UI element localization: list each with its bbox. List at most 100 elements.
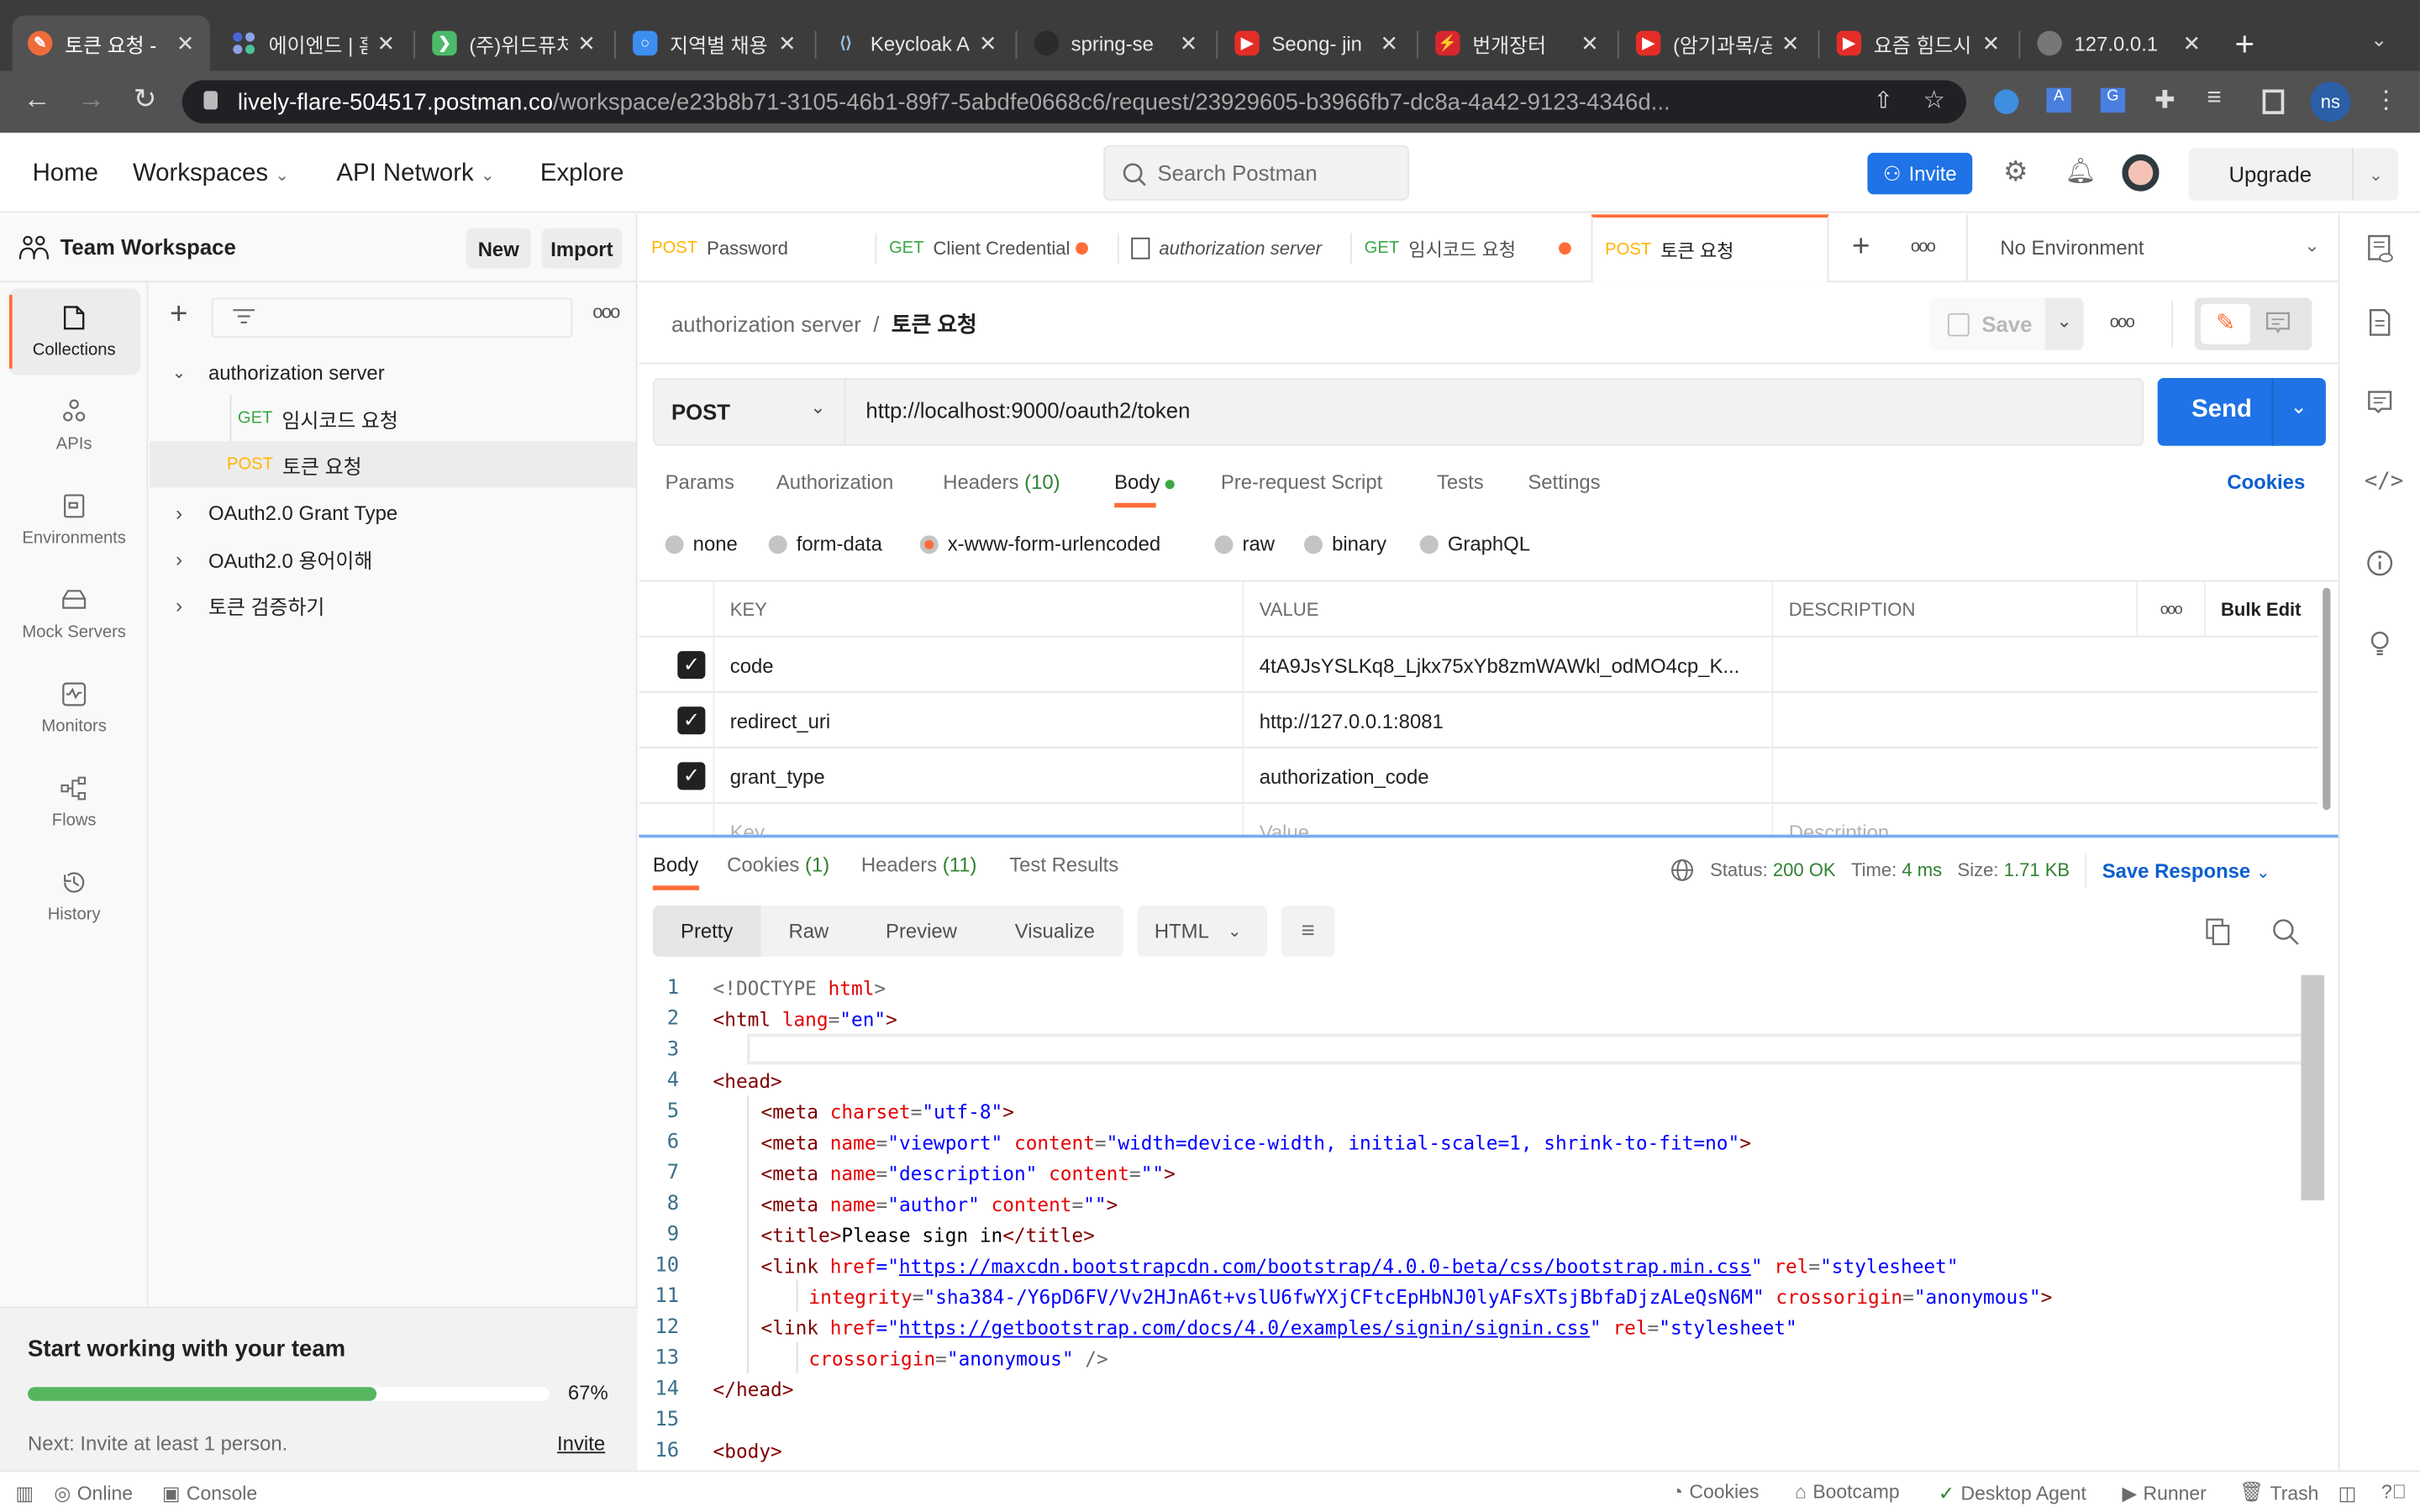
tab-headers[interactable]: Headers (10) — [943, 470, 1060, 494]
invite-button[interactable]: ⚇ Invite — [1867, 152, 1973, 195]
table-scrollbar[interactable] — [2323, 587, 2331, 811]
browser-tab[interactable]: ❯ (주)위드퓨처 ✕ — [417, 15, 611, 71]
close-tab-icon[interactable]: ✕ — [979, 30, 997, 56]
body-type-raw[interactable]: raw — [1214, 533, 1275, 555]
close-tab-icon[interactable]: ✕ — [1581, 30, 1599, 56]
tree-folder[interactable]: › OAuth2.0 Grant Type — [150, 489, 636, 535]
browser-tab[interactable]: ⚡ 번개장터 ✕ — [1420, 15, 1614, 71]
save-options-chevron-icon[interactable]: ⌄ — [2044, 297, 2084, 350]
close-tab-icon[interactable]: ✕ — [1781, 30, 1800, 56]
close-tab-icon[interactable]: ✕ — [1380, 30, 1398, 56]
send-button[interactable]: Send ⌄ — [2157, 377, 2326, 446]
address-bar[interactable]: lively-flare-504517.postman.co/workspace… — [182, 80, 1966, 123]
browser-tab[interactable]: spring-se ✕ — [1018, 15, 1213, 71]
table-more-icon[interactable]: ooo — [2135, 581, 2204, 638]
row-description[interactable] — [1771, 692, 2318, 748]
browser-tab[interactable]: ○ 지역별 채용 ✕ — [618, 15, 812, 71]
breadcrumb-parent[interactable]: authorization server — [671, 312, 861, 336]
help-icon[interactable]: ?⃝ — [2381, 1481, 2407, 1503]
row-key[interactable]: redirect_uri — [713, 692, 1243, 748]
body-type-graphql[interactable]: GraphQL — [1419, 533, 1530, 555]
row-description[interactable] — [1771, 637, 2318, 693]
browser-tab[interactable]: ✎ 토큰 요청 - ✕ — [12, 15, 210, 71]
body-type-none[interactable]: none — [665, 533, 738, 555]
search-response-icon[interactable] — [2272, 918, 2300, 946]
tab-request[interactable]: GET 임시코드 요청 — [1352, 214, 1586, 282]
bulk-edit-button[interactable]: Bulk Edit — [2203, 581, 2328, 638]
google-translate-icon[interactable]: G — [2100, 87, 2126, 113]
new-key-input[interactable]: Key — [713, 803, 1243, 837]
row-value[interactable]: authorization_code — [1242, 748, 1772, 804]
edit-pencil-icon[interactable]: ✎ — [2201, 303, 2250, 344]
browser-menu-icon[interactable]: ⋮ — [2374, 85, 2398, 116]
wrap-lines-icon[interactable]: ≡ — [1281, 906, 1335, 957]
response-tab-test-results[interactable]: Test Results — [1009, 853, 1118, 877]
format-raw[interactable]: Raw — [760, 906, 856, 957]
format-visualize[interactable]: Visualize — [986, 906, 1123, 957]
add-collection-icon[interactable]: + — [170, 297, 187, 333]
cookies-link[interactable]: Cookies — [2227, 470, 2305, 494]
settings-gear-icon[interactable]: ⚙ — [2003, 156, 2028, 189]
method-select[interactable]: POST ⌄ — [655, 379, 846, 444]
new-description-input[interactable]: Description — [1771, 803, 2318, 837]
url-input[interactable]: http://localhost:9000/oauth2/token — [865, 398, 1190, 423]
close-tab-icon[interactable]: ✕ — [2183, 30, 2202, 56]
save-response-button[interactable]: Save Response ⌄ — [2102, 858, 2270, 882]
comment-mode-icon[interactable] — [2265, 312, 2290, 336]
bootcamp-button[interactable]: ⌂ Bootcamp — [1795, 1481, 1900, 1503]
row-value[interactable]: http://127.0.0.1:8081 — [1242, 692, 1772, 748]
back-button[interactable]: ← — [18, 83, 55, 116]
search-input[interactable]: Search Postman — [1103, 144, 1409, 201]
row-checkbox[interactable]: ✓ — [677, 762, 706, 790]
close-tab-icon[interactable]: ✕ — [778, 30, 797, 56]
tab-params[interactable]: Params — [666, 470, 734, 494]
media-control-icon[interactable]: ≡ — [2207, 85, 2221, 113]
side-panel-icon[interactable] — [2262, 89, 2285, 114]
close-tab-icon[interactable]: ✕ — [577, 30, 596, 56]
chevron-down-icon[interactable]: ⌄ — [2354, 165, 2398, 184]
console-button[interactable]: ▣ Console — [162, 1481, 257, 1504]
row-key[interactable]: grant_type — [713, 748, 1243, 804]
tree-folder[interactable]: › 토큰 검증하기 — [150, 581, 636, 627]
tab-pre-request-script[interactable]: Pre-request Script — [1221, 470, 1382, 494]
upgrade-button[interactable]: Upgrade ⌄ — [2188, 148, 2399, 201]
tab-tests[interactable]: Tests — [1437, 470, 1484, 494]
code-link[interactable]: https://maxcdn.bootstrapcdn.com/bootstra… — [899, 1253, 1751, 1277]
tree-request[interactable]: POST 토큰 요청 — [150, 441, 636, 488]
info-icon[interactable] — [2365, 548, 2396, 579]
nav-workspaces[interactable]: Workspaces ⌄ — [133, 160, 289, 188]
user-avatar[interactable] — [2122, 154, 2160, 192]
response-tab-headers[interactable]: Headers (11) — [861, 853, 977, 877]
sidebar-item-history[interactable]: History — [8, 853, 140, 940]
time[interactable]: Time: 4 ms — [1851, 859, 1942, 881]
toggle-sidebar-icon[interactable]: ▥ — [15, 1481, 34, 1504]
browser-tab[interactable]: ▶ (암기과목/공 ✕ — [1621, 15, 1815, 71]
forward-button[interactable]: → — [72, 83, 109, 116]
extension-globe-icon[interactable] — [1994, 89, 2019, 114]
translate-extension-icon[interactable]: A — [2046, 87, 2071, 113]
response-tab-body[interactable]: Body — [653, 853, 698, 877]
online-status[interactable]: ◎ Online — [54, 1481, 133, 1504]
close-tab-icon[interactable]: ✕ — [1180, 30, 1198, 56]
documentation-icon[interactable] — [2365, 307, 2396, 339]
row-key[interactable]: code — [713, 637, 1243, 693]
sidebar-item-monitors[interactable]: Monitors — [8, 665, 140, 752]
tab-settings[interactable]: Settings — [1528, 470, 1600, 494]
tab-body[interactable]: Body — [1114, 470, 1176, 494]
language-select[interactable]: HTML ⌄ — [1137, 906, 1267, 957]
tree-request[interactable]: GET 임시코드 요청 — [150, 395, 636, 441]
code-snippet-icon[interactable]: </> — [2365, 469, 2403, 500]
size[interactable]: Size: 1.71 KB — [1958, 859, 2070, 881]
tab-request[interactable]: GET Client Credential — [876, 214, 1102, 282]
new-tab-plus-icon[interactable]: + — [1852, 230, 1870, 265]
close-tab-icon[interactable]: ✕ — [176, 30, 195, 56]
tab-authorization[interactable]: Authorization — [776, 470, 893, 494]
copy-icon[interactable] — [2206, 918, 2230, 946]
row-value[interactable]: 4tA9JsYSLKq8_Ljkx75xYb8zmWAWkl_odMO4cp_K… — [1242, 637, 1772, 693]
send-options-chevron-icon[interactable]: ⌄ — [2291, 395, 2307, 419]
tabs-more-icon[interactable]: ooo — [1911, 238, 1936, 256]
row-description[interactable] — [1771, 748, 2318, 804]
profile-avatar[interactable]: ns — [2310, 81, 2351, 123]
body-type-binary[interactable]: binary — [1304, 533, 1386, 555]
tree-folder[interactable]: › OAuth2.0 용어이해 — [150, 535, 636, 581]
